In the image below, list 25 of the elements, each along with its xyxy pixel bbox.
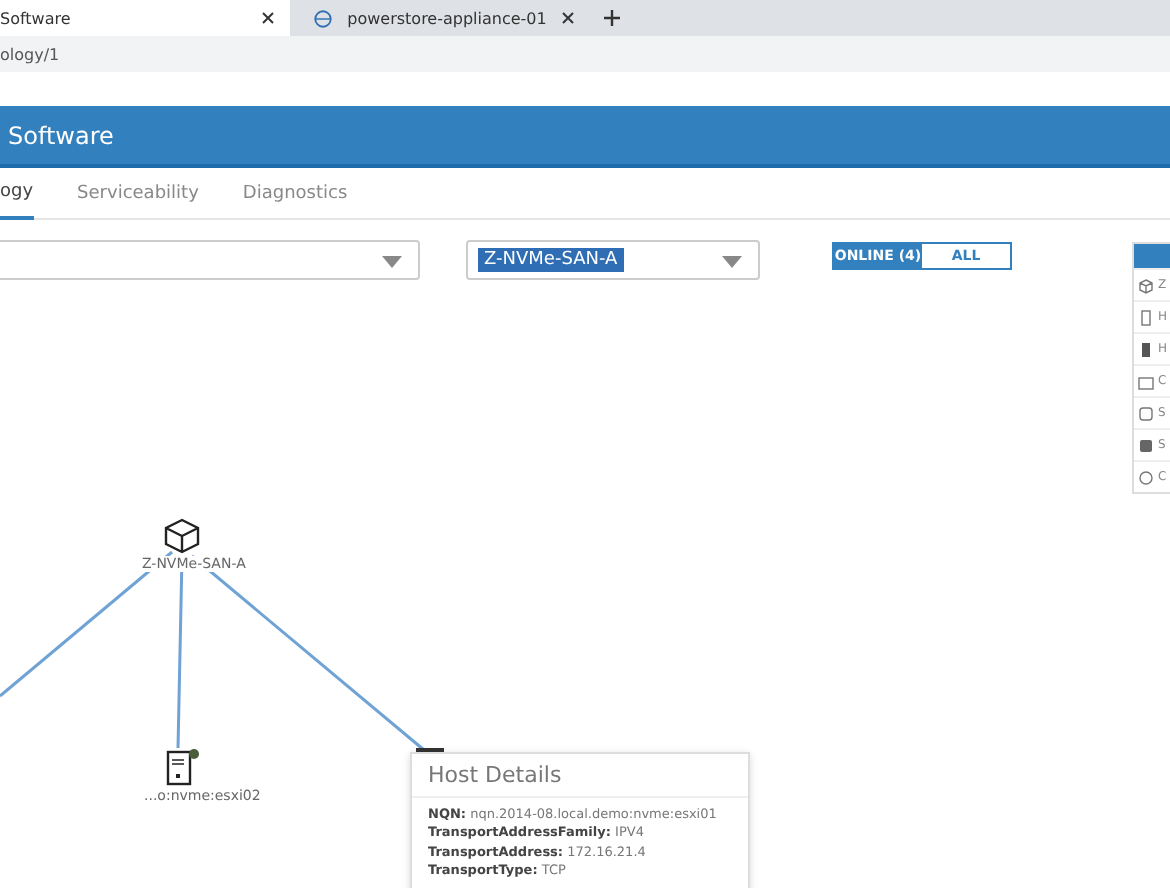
caret-icon (722, 256, 742, 268)
storage-icon (1138, 373, 1154, 389)
network-value: Z-NVMe-SAN-A (478, 248, 624, 272)
server-icon[interactable] (166, 750, 192, 786)
address-text[interactable]: ology/1 (0, 45, 60, 63)
cluster-icon (1138, 469, 1154, 485)
tooltip-title: Host Details (412, 754, 748, 798)
host-dark-icon (1138, 341, 1154, 357)
network-dropdown[interactable]: Z-NVMe-SAN-A (466, 240, 760, 280)
nav-tab[interactable]: Diagnostics (242, 167, 348, 219)
nav-tab[interactable]: ogy (0, 167, 34, 219)
header-title: Software (8, 121, 114, 149)
caret-icon (382, 256, 402, 268)
cube-icon[interactable] (164, 518, 200, 554)
nav-tab[interactable]: Serviceability (77, 167, 199, 219)
globe-icon (314, 9, 332, 27)
cube-icon (1138, 277, 1154, 293)
drive-icon (1138, 405, 1154, 421)
close-icon[interactable] (562, 12, 574, 24)
browser-tab[interactable]: Software (0, 0, 290, 36)
drive-dark-icon (1138, 437, 1154, 453)
host-icon (1138, 309, 1154, 325)
close-icon[interactable] (262, 12, 274, 24)
browser-tab[interactable]: powerstore-appliance-01 (290, 0, 590, 36)
new-tab-icon[interactable] (602, 8, 622, 28)
